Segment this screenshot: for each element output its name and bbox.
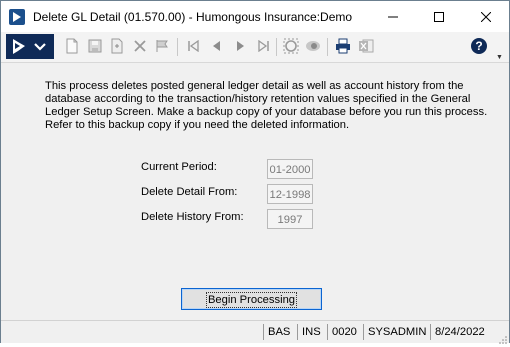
chevron-down-icon — [34, 43, 46, 51]
begin-processing-button[interactable]: Begin Processing — [181, 288, 322, 310]
minimize-button[interactable] — [370, 1, 416, 32]
close-button[interactable] — [463, 1, 509, 32]
status-mode: BAS — [263, 324, 290, 340]
view-icon[interactable] — [305, 38, 321, 54]
resize-grip-icon[interactable] — [499, 333, 507, 344]
delete-detail-from-field: 12-1998 — [267, 184, 313, 204]
help-icon[interactable]: ? — [471, 38, 487, 54]
status-date: 8/24/2022 — [430, 324, 485, 340]
first-icon[interactable] — [185, 38, 201, 54]
dynamics-menu-button[interactable] — [6, 34, 54, 59]
copy-icon[interactable] — [109, 38, 125, 54]
flag-icon[interactable] — [154, 38, 170, 54]
title-bar: Delete GL Detail (01.570.00) - Humongous… — [1, 1, 509, 32]
process-description: This process deletes posted general ledg… — [45, 80, 488, 131]
window-title: Delete GL Detail (01.570.00) - Humongous… — [33, 10, 353, 24]
delete-history-from-field: 1997 — [267, 209, 313, 229]
refresh-icon[interactable] — [283, 38, 299, 54]
maximize-button[interactable] — [416, 1, 462, 32]
toolbar-overflow-icon[interactable]: ▼ — [496, 54, 503, 61]
delete-history-from-label: Delete History From: — [141, 211, 244, 223]
save-icon[interactable] — [87, 38, 103, 54]
delete-icon[interactable] — [132, 38, 148, 54]
app-logo-icon — [9, 9, 25, 25]
status-company: 0020 — [327, 324, 357, 340]
current-period-label: Current Period: — [141, 161, 217, 173]
main-panel: This process deletes posted general ledg… — [2, 63, 508, 320]
toolbar: ? ▼ — [1, 32, 509, 63]
last-icon[interactable] — [256, 38, 272, 54]
toolbar-separator — [177, 38, 178, 56]
dynamics-icon — [13, 39, 25, 54]
previous-icon[interactable] — [208, 38, 224, 54]
maximize-icon — [434, 11, 444, 22]
status-insert: INS — [297, 324, 321, 340]
minimize-icon — [388, 16, 398, 17]
print-icon[interactable] — [335, 38, 351, 54]
new-icon[interactable] — [64, 38, 80, 54]
current-period-field: 01-2000 — [267, 159, 313, 179]
delete-detail-from-label: Delete Detail From: — [141, 186, 238, 198]
app-window: Delete GL Detail (01.570.00) - Humongous… — [0, 0, 510, 344]
next-icon[interactable] — [233, 38, 249, 54]
status-user: SYSADMIN — [363, 324, 426, 340]
close-icon — [481, 11, 491, 22]
toolbar-separator — [327, 38, 328, 56]
begin-processing-label: Begin Processing — [205, 292, 298, 308]
status-bar: BAS INS 0020 SYSADMIN 8/24/2022 — [1, 320, 509, 344]
toolbar-separator — [276, 38, 277, 56]
excel-icon[interactable] — [358, 38, 374, 54]
